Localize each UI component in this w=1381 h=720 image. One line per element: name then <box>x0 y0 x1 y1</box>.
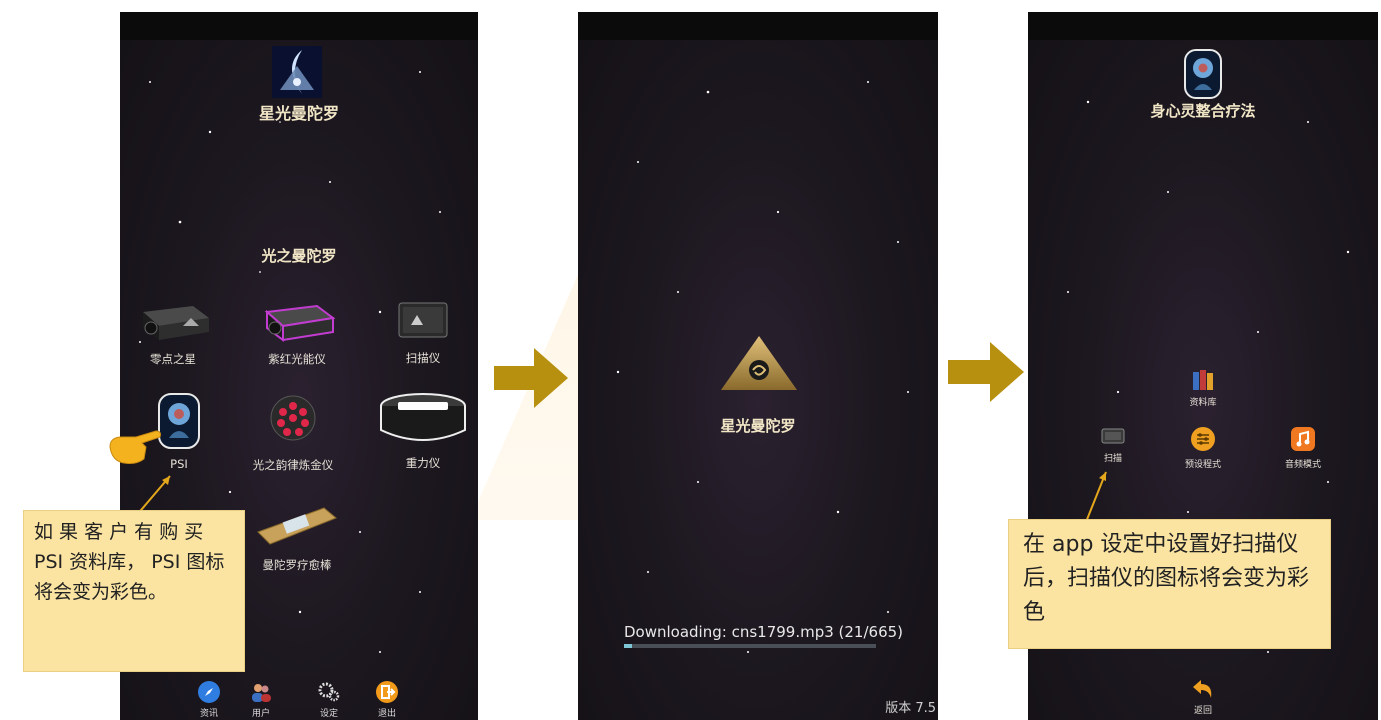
app-scanner[interactable]: 扫描仪 <box>368 295 478 366</box>
star-mandala-logo <box>272 46 322 98</box>
download-progress-bar <box>624 644 876 648</box>
led-light-icon <box>270 395 316 441</box>
note-pointer-line <box>1085 471 1107 523</box>
gravity-plate-icon <box>380 393 466 441</box>
item-label: 预设程式 <box>1184 460 1221 470</box>
app-title: 星光曼陀罗 <box>258 104 339 123</box>
nav-label: 设定 <box>319 709 338 719</box>
wand-device-icon <box>257 507 337 545</box>
app-label: 重力仪 <box>405 456 441 470</box>
section-title: 光之曼陀罗 <box>261 247 337 265</box>
music-note-icon <box>1291 427 1315 451</box>
scanner-device-icon <box>398 302 448 338</box>
nav-exit[interactable]: 退出 <box>367 680 407 719</box>
download-status-text: Downloading: cns1799.mp3 (21/665) <box>624 623 904 641</box>
pointing-hand-icon <box>109 430 161 464</box>
nav-settings[interactable]: 设定 <box>309 680 349 719</box>
status-bar <box>578 12 938 40</box>
projector-icon <box>264 304 336 342</box>
item-database[interactable]: 资料库 <box>1148 368 1258 408</box>
app-light-rhythm-alchemy[interactable]: 光之韵律炼金仪 <box>228 392 358 473</box>
app-title: 星光曼陀罗 <box>720 417 796 435</box>
app-zero-point-star[interactable]: 零点之星 <box>120 300 228 367</box>
projector-icon <box>143 306 209 340</box>
app-gravity-device[interactable]: 重力仪 <box>368 390 478 471</box>
nav-label: 用户 <box>251 709 270 719</box>
scanner-info-note: 在 app 设定中设置好扫描仪后，扫描仪的图标将会变为彩色 <box>1008 519 1331 649</box>
compass-icon <box>198 681 220 703</box>
app-label: 紫红光能仪 <box>268 352 326 366</box>
brain-head-icon <box>1184 49 1222 99</box>
phone-screen-download: 星光曼陀罗 Downloading: cns1799.mp3 (21/665) … <box>578 12 938 720</box>
version-label: 版本 7.5 <box>885 701 936 716</box>
app-label: 光之韵律炼金仪 <box>252 458 334 472</box>
status-bar <box>1028 12 1378 40</box>
app-title: 身心灵整合疗法 <box>1150 102 1256 120</box>
books-icon <box>1193 370 1213 390</box>
item-scan[interactable]: 扫描 <box>1068 426 1158 464</box>
download-progress-fill <box>624 644 633 648</box>
app-purple-red-energy-device[interactable]: 紫红光能仪 <box>242 300 352 367</box>
app-label: 零点之星 <box>150 352 196 366</box>
bottom-nav: 资讯 用户 设定 退出 <box>120 676 478 720</box>
exit-icon <box>376 681 398 703</box>
nav-news[interactable]: 资讯 <box>189 680 229 719</box>
nav-user[interactable]: 用户 <box>241 680 281 719</box>
item-audio-mode[interactable]: 音频模式 <box>1248 426 1358 470</box>
users-icon <box>252 684 271 702</box>
status-bar <box>120 12 478 40</box>
item-label: 扫描 <box>1103 454 1122 464</box>
back-arrow-icon <box>1193 680 1212 698</box>
eye-pyramid-logo <box>721 336 797 390</box>
psi-info-note: 如 果 客 户 有 购 买 PSI 资料库， PSI 图标将会变为彩色。 <box>23 510 245 672</box>
item-preset-programs[interactable]: 预设程式 <box>1148 426 1258 470</box>
scanner-device-icon <box>1101 428 1125 444</box>
item-label: 音频模式 <box>1284 460 1321 470</box>
app-label: 扫描仪 <box>405 351 441 365</box>
app-mandala-healing-wand[interactable]: 曼陀罗疗愈棒 <box>242 502 352 573</box>
back-button[interactable]: 返回 <box>1148 678 1258 716</box>
app-label: 曼陀罗疗愈棒 <box>262 558 332 572</box>
item-label: 资料库 <box>1189 398 1217 408</box>
flow-arrow-right-icon <box>494 348 568 408</box>
nav-label: 资讯 <box>199 709 218 719</box>
gear-icon <box>318 682 340 702</box>
nav-label: 退出 <box>377 709 396 719</box>
flow-arrow-right-icon <box>948 342 1024 402</box>
sliders-icon <box>1191 427 1215 451</box>
back-label: 返回 <box>1193 706 1212 716</box>
